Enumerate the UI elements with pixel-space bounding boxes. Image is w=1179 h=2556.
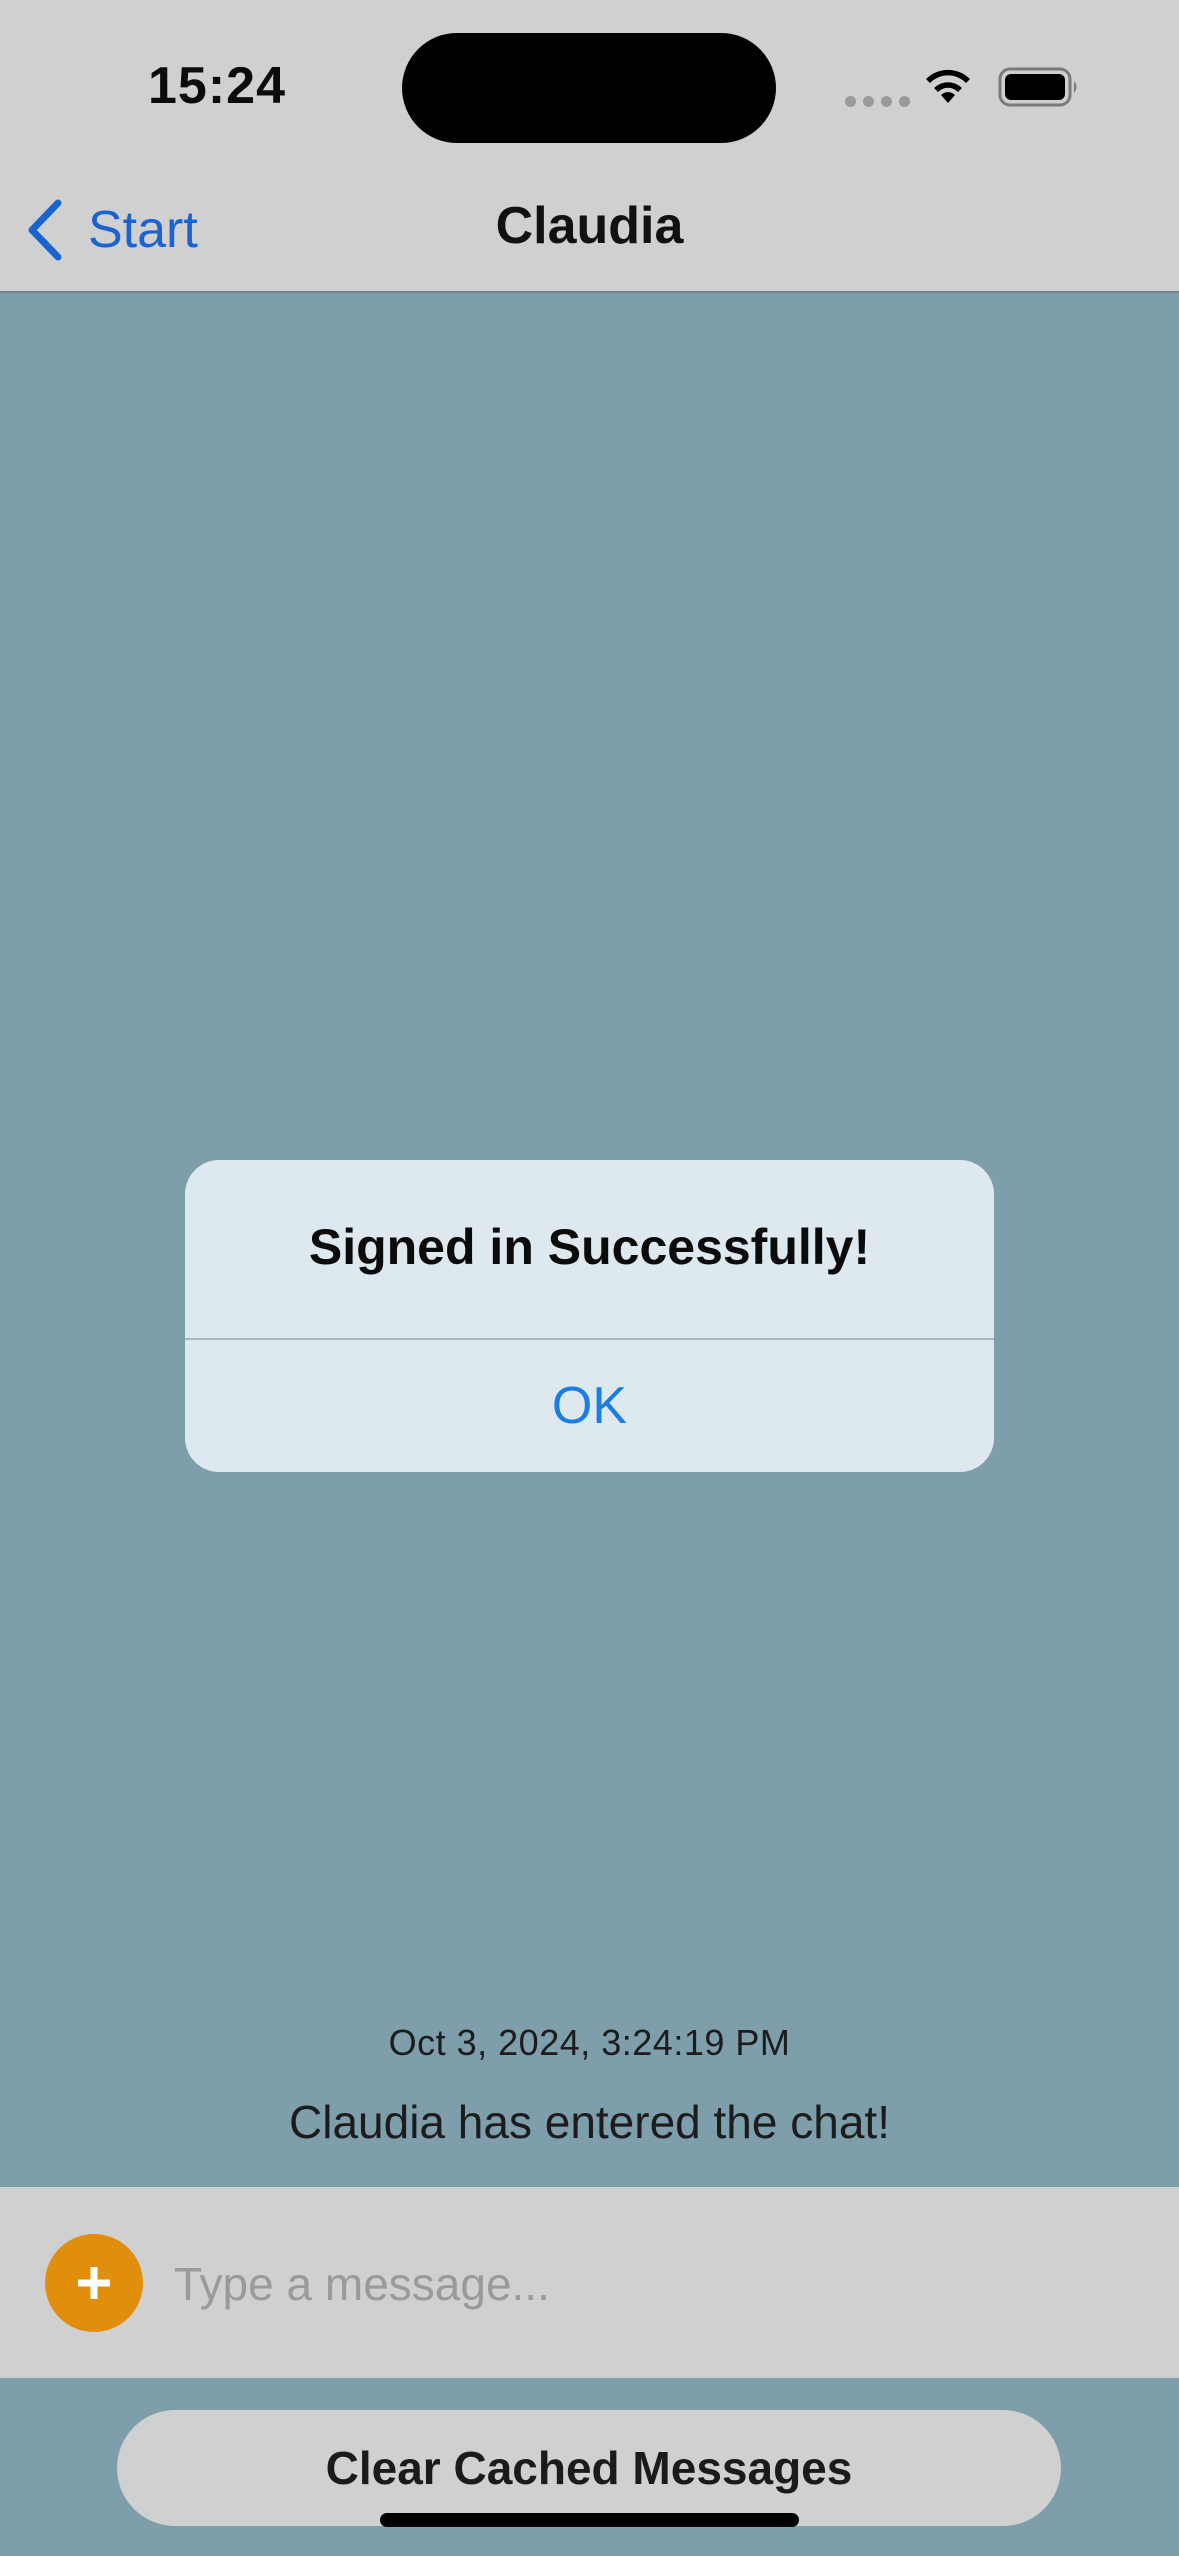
alert-title: Signed in Successfully! [308,1219,871,1275]
dynamic-island [402,33,776,143]
status-time: 15:24 [148,57,286,115]
home-indicator [380,2513,799,2527]
clear-cached-messages-button[interactable]: Clear Cached Messages [117,2410,1061,2526]
top-bar: 15:24 Start Claudia [0,0,1179,293]
system-message: Claudia has entered the chat! [289,2096,890,2148]
page-title: Claudia [495,197,684,255]
cellular-signal-icon [845,96,910,107]
alert-dialog: Signed in Successfully! OK [185,1160,994,1472]
alert-ok-button[interactable]: OK [185,1340,994,1472]
message-timestamp: Oct 3, 2024, 3:24:19 PM [388,2022,791,2063]
message-input[interactable] [172,2237,1136,2331]
battery-icon [998,67,1077,107]
message-input-bar [0,2187,1179,2378]
add-attachment-button[interactable] [45,2234,143,2332]
wifi-icon [926,69,970,103]
